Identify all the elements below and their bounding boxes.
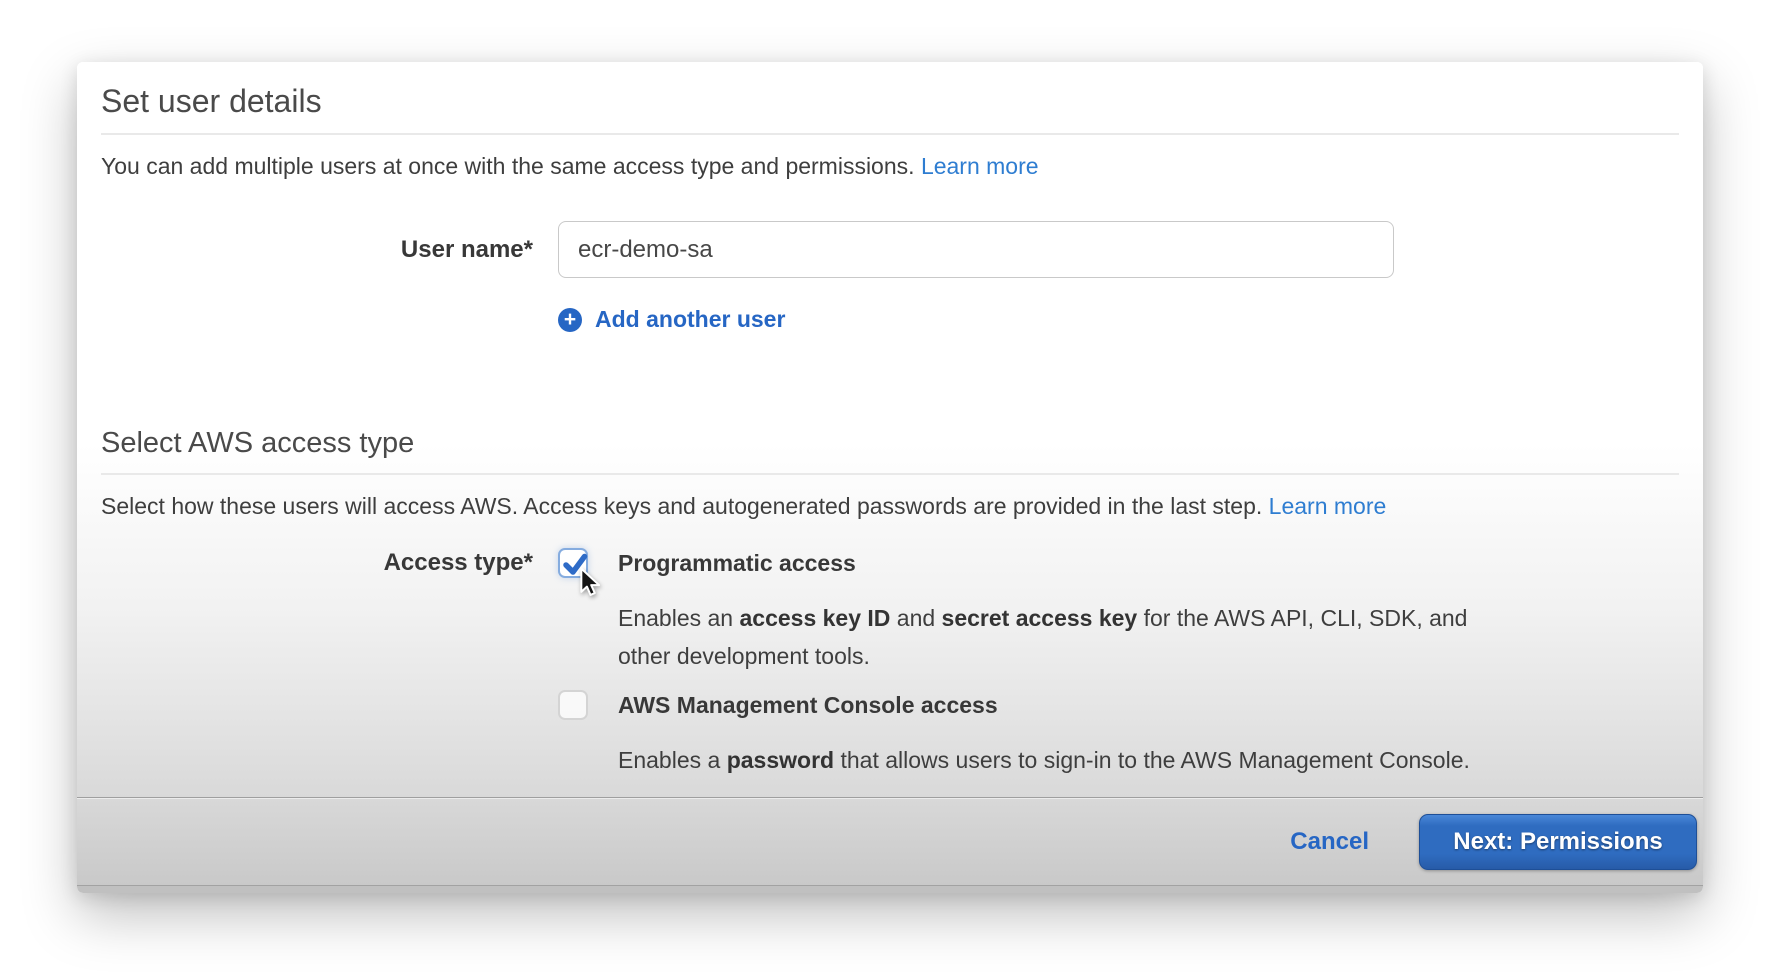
plus-circle-icon[interactable]: + — [558, 308, 582, 332]
console-access-description: Enables a password that allows users to … — [618, 741, 1470, 779]
learn-more-link-access-type[interactable]: Learn more — [1269, 493, 1387, 519]
user-name-input[interactable] — [558, 221, 1394, 278]
access-type-description: Select how these users will access AWS. … — [101, 491, 1679, 521]
programmatic-access-checkbox[interactable] — [558, 548, 588, 578]
learn-more-link-user-details[interactable]: Learn more — [921, 153, 1039, 179]
access-type-description-text: Select how these users will access AWS. … — [101, 493, 1262, 519]
access-type-row: Access type* Programmatic access Enables… — [101, 547, 1679, 779]
page-title: Set user details — [101, 62, 1679, 135]
add-user-page: Set user details You can add multiple us… — [0, 0, 1786, 974]
access-type-options: Programmatic access Enables an access ke… — [558, 547, 1470, 779]
user-details-description-text: You can add multiple users at once with … — [101, 153, 915, 179]
console-access-checkbox[interactable] — [558, 690, 588, 720]
next-permissions-button[interactable]: Next: Permissions — [1419, 814, 1697, 870]
user-name-label: User name* — [101, 234, 533, 266]
checkmark-icon — [561, 550, 589, 578]
programmatic-access-description: Enables an access key ID and secret acce… — [618, 599, 1467, 675]
user-name-row: User name* — [101, 221, 1679, 278]
section-title-access-type: Select AWS access type — [101, 427, 1679, 475]
add-another-user-link[interactable]: Add another user — [595, 306, 785, 333]
add-another-user-row: + Add another user — [558, 306, 1679, 333]
access-type-label: Access type* — [101, 547, 533, 579]
user-details-description: You can add multiple users at once with … — [101, 151, 1679, 181]
cancel-button[interactable]: Cancel — [1290, 828, 1369, 856]
option-text: AWS Management Console access Enables a … — [618, 689, 1470, 779]
option-text: Programmatic access Enables an access ke… — [618, 547, 1467, 675]
programmatic-access-title[interactable]: Programmatic access — [618, 547, 1467, 579]
option-programmatic-access: Programmatic access Enables an access ke… — [558, 547, 1470, 675]
console-access-title[interactable]: AWS Management Console access — [618, 689, 1470, 721]
card-bottom-strip — [77, 885, 1703, 893]
card-body: Set user details You can add multiple us… — [77, 62, 1703, 797]
option-console-access: AWS Management Console access Enables a … — [558, 689, 1470, 779]
wizard-footer: Cancel Next: Permissions — [77, 797, 1703, 885]
set-user-details-card: Set user details You can add multiple us… — [77, 62, 1703, 893]
